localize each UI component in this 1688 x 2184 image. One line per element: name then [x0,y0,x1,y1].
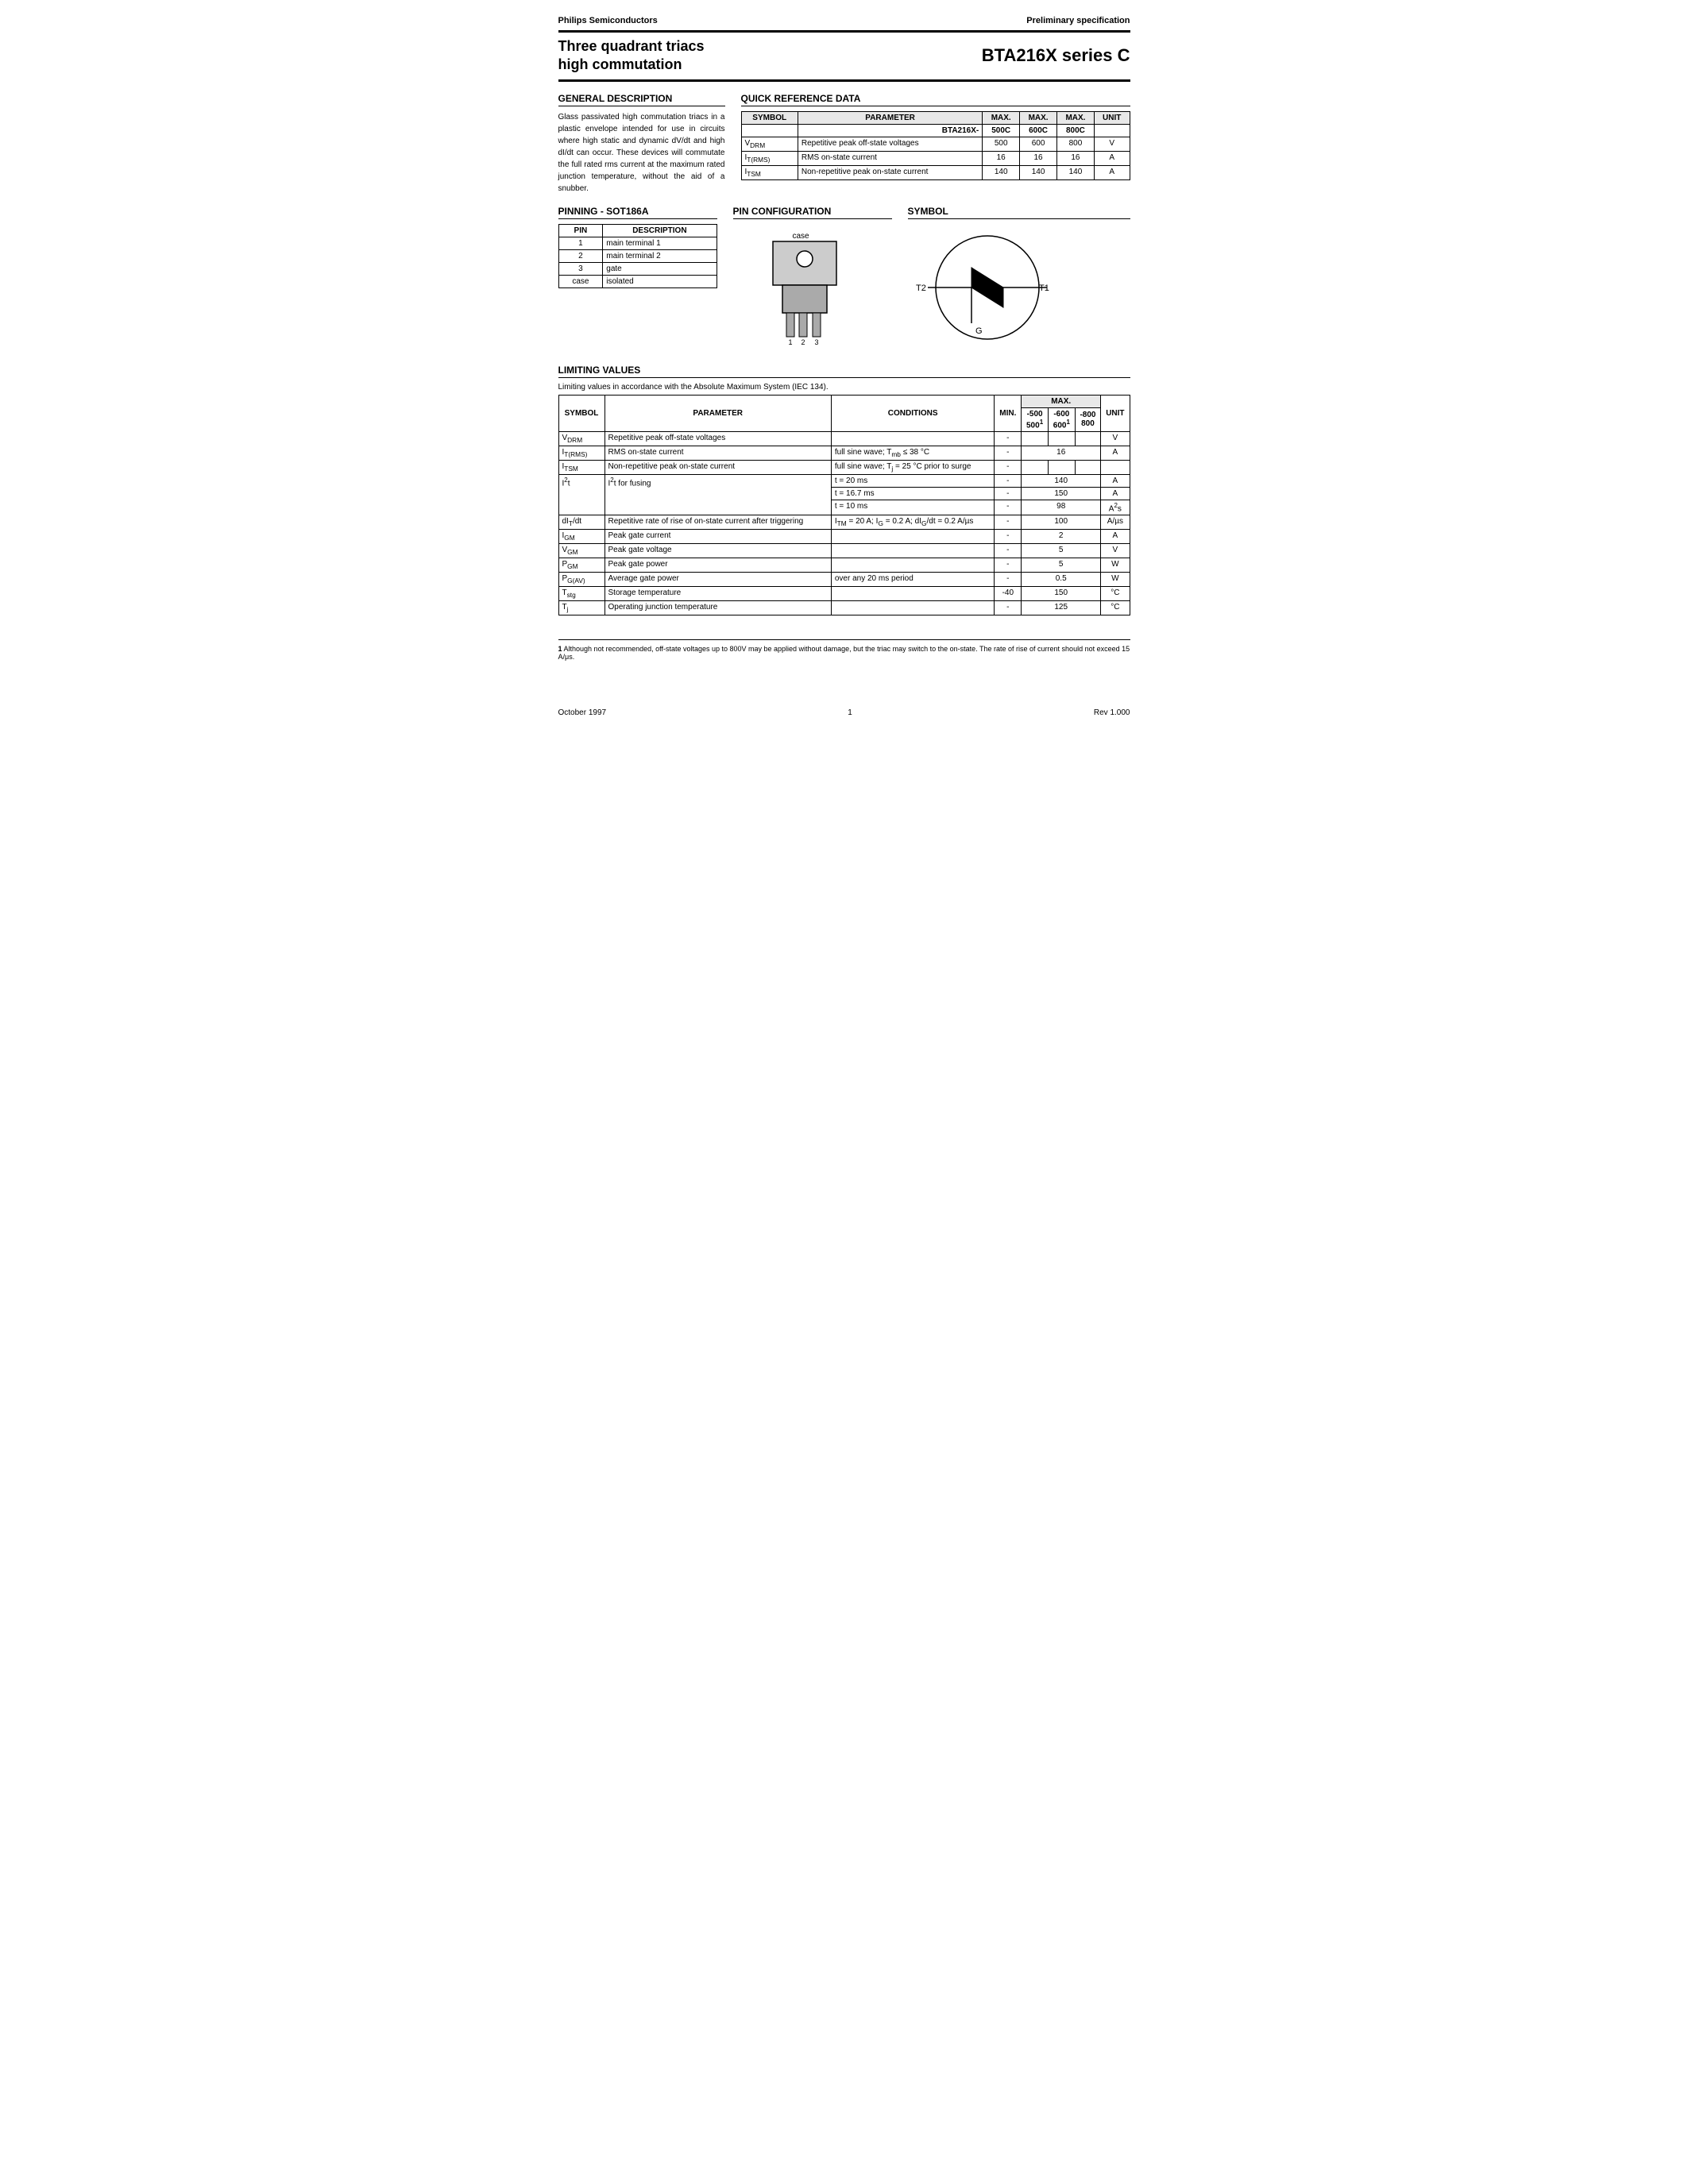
limiting-values-table: SYMBOL PARAMETER CONDITIONS MIN. MAX. UN… [558,395,1130,616]
pin-row-2: 2 main terminal 2 [558,249,717,262]
footer-date: October 1997 [558,708,607,717]
title-block: Three quadrant triacs high commutation B… [558,30,1130,82]
company-name: Philips Semiconductors [558,16,658,25]
footer-page: 1 [848,708,852,717]
quick-ref-table: SYMBOL PARAMETER MAX. MAX. MAX. UNIT BTA… [741,111,1130,180]
pin-config-title: PIN CONFIGURATION [733,206,892,219]
footnote: 1 Although not recommended, off-state vo… [558,639,1130,661]
pin-row-3: 3 gate [558,262,717,275]
footnote-text: Although not recommended, off-state volt… [558,645,1130,661]
pin-config-diagram: case 1 2 3 [733,224,876,351]
pin-col-pin: PIN [558,224,603,237]
product-title: Three quadrant triacs high commutation [558,37,705,75]
lv-row-igm: IGM Peak gate current - 2 A [558,530,1130,544]
qr-col-max1: MAX. [983,111,1020,124]
qr-col-max3: MAX. [1057,111,1095,124]
lv-row-pgav: PG(AV) Average gate power over any 20 ms… [558,573,1130,587]
pin-config-wrap: PIN CONFIGURATION case 1 2 3 [733,206,892,353]
limiting-values-note: Limiting values in accordance with the A… [558,383,1130,392]
gen-desc-title: GENERAL DESCRIPTION [558,93,725,106]
svg-text:T1: T1 [1039,284,1049,293]
pinning-section: PINNING - SOT186A PIN DESCRIPTION 1 main… [558,206,1130,353]
lv-row-tstg: Tstg Storage temperature -40 150 °C [558,587,1130,601]
quick-ref-title: QUICK REFERENCE DATA [741,93,1130,106]
lv-col-parameter: PARAMETER [605,395,831,431]
lv-row-itrms: IT(RMS) RMS on-state current full sine w… [558,446,1130,461]
svg-text:2: 2 [801,338,805,346]
svg-text:case: case [792,232,809,241]
gen-desc-text: Glass passivated high commutation triacs… [558,111,725,195]
general-description: GENERAL DESCRIPTION Glass passivated hig… [558,93,725,195]
svg-text:T2: T2 [916,284,926,293]
pin-row-1: 1 main terminal 1 [558,237,717,249]
page-header: Philips Semiconductors Preliminary speci… [558,16,1130,25]
qr-col-max2: MAX. [1020,111,1057,124]
symbol-wrap: SYMBOL T2 T1 G [908,206,1130,353]
qr-row-itsm: ITSM Non-repetitive peak on-state curren… [741,165,1130,179]
qr-col-unit: UNIT [1094,111,1130,124]
pinning-table: PIN DESCRIPTION 1 main terminal 1 2 main… [558,224,717,288]
lv-col-conditions: CONDITIONS [831,395,995,431]
symbol-title: SYMBOL [908,206,1130,219]
lv-row-vgm: VGM Peak gate voltage - 5 V [558,544,1130,558]
lv-row-pgm: PGM Peak gate power - 5 W [558,558,1130,573]
pinning-title: PINNING - SOT186A [558,206,717,219]
quick-reference: QUICK REFERENCE DATA SYMBOL PARAMETER MA… [741,93,1130,195]
lv-row-itsm: ITSM Non-repetitive peak on-state curren… [558,461,1130,475]
triac-symbol: T2 T1 G [908,224,1067,351]
lv-col-symbol: SYMBOL [558,395,605,431]
lv-row-tj: Tj Operating junction temperature - 125 … [558,601,1130,615]
lv-row-didt: dIT/dt Repetitive rate of rise of on-sta… [558,515,1130,530]
qr-row-itrms: IT(RMS) RMS on-state current 16 16 16 A [741,151,1130,165]
page-footer: October 1997 1 Rev 1.000 [558,708,1130,717]
pin-col-desc: DESCRIPTION [603,224,717,237]
quick-ref-subheader: BTA216X- 500C 600C 800C [741,124,1130,137]
lv-col-max: MAX. [1022,395,1101,407]
lv-col-unit: UNIT [1101,395,1130,431]
lv-row-i2t-1: I2t I2t for fusing t = 20 ms - 140 A [558,475,1130,488]
qr-row-vdrm: VDRM Repetitive peak off-state voltages … [741,137,1130,151]
pinning-table-wrap: PINNING - SOT186A PIN DESCRIPTION 1 main… [558,206,717,353]
footer-revision: Rev 1.000 [1094,708,1130,717]
svg-text:3: 3 [814,338,818,346]
lv-header-row: SYMBOL PARAMETER CONDITIONS MIN. MAX. UN… [558,395,1130,407]
top-section: GENERAL DESCRIPTION Glass passivated hig… [558,93,1130,195]
limiting-values-section: LIMITING VALUES Limiting values in accor… [558,365,1130,616]
quick-ref-header: SYMBOL PARAMETER MAX. MAX. MAX. UNIT [741,111,1130,124]
lv-col-min: MIN. [995,395,1022,431]
svg-text:1: 1 [788,338,792,346]
qr-col-parameter: PARAMETER [798,111,982,124]
svg-text:G: G [975,326,983,336]
lv-row-vdrm: VDRM Repetitive peak off-state voltages … [558,432,1130,446]
limiting-values-title: LIMITING VALUES [558,365,1130,378]
pin-row-case: case isolated [558,275,717,287]
spec-type: Preliminary specification [1026,16,1130,25]
qr-col-symbol: SYMBOL [741,111,798,124]
part-number: BTA216X series C [982,45,1130,66]
footnote-number: 1 [558,645,562,653]
